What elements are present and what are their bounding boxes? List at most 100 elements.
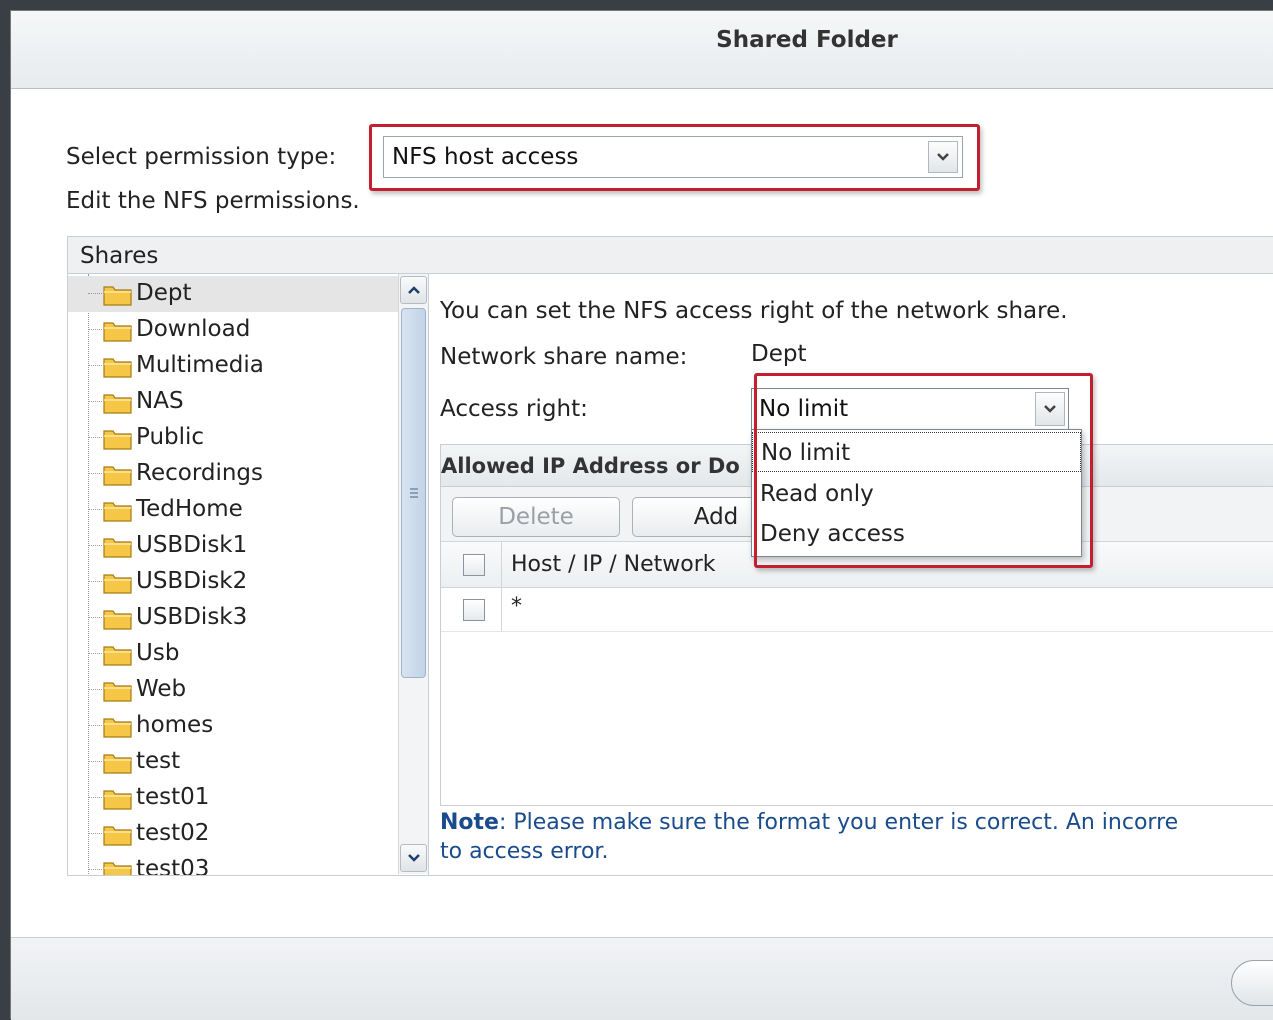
tree-item-label: Download: [136, 316, 251, 342]
nfs-intro-text: You can set the NFS access right of the …: [440, 298, 1068, 324]
tree-item-label: Multimedia: [136, 352, 264, 378]
folder-icon: [103, 788, 133, 810]
note-line-2: to access error.: [440, 839, 609, 864]
shared-folder-dialog: Shared Folder Select permission type: NF…: [10, 10, 1273, 1020]
dialog-footer: [11, 937, 1273, 1020]
table-row[interactable]: *: [441, 588, 1273, 632]
tree-item[interactable]: test03: [68, 852, 398, 876]
folder-icon: [103, 608, 133, 630]
tree-item[interactable]: Public: [68, 420, 398, 456]
tree-connector: [88, 437, 102, 438]
tree-connector: [88, 653, 102, 654]
tree-connector: [88, 545, 102, 546]
tree-item[interactable]: test: [68, 744, 398, 780]
tree-item[interactable]: TedHome: [68, 492, 398, 528]
ip-grid-title-text: Allowed IP Address or Do: [441, 454, 740, 478]
tree-item[interactable]: Multimedia: [68, 348, 398, 384]
tree-item[interactable]: USBDisk3: [68, 600, 398, 636]
option-no-limit[interactable]: No limit: [752, 432, 1081, 472]
host-column-header: Host / IP / Network: [511, 552, 716, 577]
note-prefix: Note: [440, 810, 499, 835]
scrollbar-thumb[interactable]: [401, 308, 426, 678]
note-line-1: : Please make sure the format you enter …: [498, 810, 1179, 835]
tree-item-label: test01: [136, 784, 210, 810]
option-deny-access[interactable]: Deny access: [752, 514, 1081, 554]
tree-connector: [88, 869, 102, 870]
access-right-select[interactable]: No limit: [751, 388, 1069, 430]
folder-icon: [103, 680, 133, 702]
tree-item[interactable]: Download: [68, 312, 398, 348]
tree-item-label: TedHome: [136, 496, 243, 522]
scroll-down-icon[interactable]: [400, 844, 427, 872]
tree-connector: [88, 761, 102, 762]
scroll-up-icon[interactable]: [400, 276, 427, 304]
folder-icon: [103, 356, 133, 378]
folder-icon: [103, 752, 133, 774]
tree-item[interactable]: test02: [68, 816, 398, 852]
tree-item-label: NAS: [136, 388, 184, 414]
tree-item-label: test: [136, 748, 181, 774]
folder-icon: [103, 716, 133, 738]
tree-item-label: test02: [136, 820, 210, 846]
tree-item[interactable]: homes: [68, 708, 398, 744]
share-name-value: Dept: [751, 341, 807, 367]
folder-icon: [103, 860, 133, 875]
tree-connector: [88, 329, 102, 330]
tree-item[interactable]: Usb: [68, 636, 398, 672]
folder-icon: [103, 500, 133, 522]
folder-icon: [103, 572, 133, 594]
tree-connector: [88, 617, 102, 618]
share-name-label: Network share name:: [440, 344, 688, 370]
tree-item-label: USBDisk3: [136, 604, 248, 630]
tree-item-label: test03: [136, 856, 210, 876]
column-divider: [501, 588, 502, 631]
folder-icon: [103, 284, 133, 306]
tree-connector: [88, 473, 102, 474]
folder-icon: [103, 428, 133, 450]
tree-connector: [88, 509, 102, 510]
tree-item[interactable]: USBDisk1: [68, 528, 398, 564]
dialog-titlebar: Shared Folder: [11, 11, 1273, 89]
folder-icon: [103, 320, 133, 342]
tree-scrollbar[interactable]: [398, 274, 428, 874]
folder-icon: [103, 644, 133, 666]
access-right-value: No limit: [759, 396, 849, 422]
dialog-title: Shared Folder: [716, 27, 898, 53]
row-checkbox[interactable]: [463, 599, 485, 621]
chevron-down-icon[interactable]: [928, 141, 958, 173]
tree-item[interactable]: Recordings: [68, 456, 398, 492]
folder-icon: [103, 392, 133, 414]
tree-item-label: homes: [136, 712, 214, 738]
tree-connector: [88, 365, 102, 366]
footer-button[interactable]: [1231, 960, 1273, 1006]
delete-button[interactable]: Delete: [452, 497, 620, 537]
access-right-label: Access right:: [440, 396, 588, 422]
tree-connector: [88, 725, 102, 726]
tree-item-label: Dept: [136, 280, 192, 306]
folder-icon: [103, 536, 133, 558]
permission-type-value: NFS host access: [392, 144, 579, 170]
tree-item-label: USBDisk1: [136, 532, 248, 558]
tree-item-label: Recordings: [136, 460, 264, 486]
host-cell: *: [511, 594, 522, 619]
access-right-dropdown: No limit Read only Deny access: [751, 429, 1082, 557]
shares-header: Shares: [67, 236, 1273, 274]
tree-item[interactable]: NAS: [68, 384, 398, 420]
tree-item-label: Web: [136, 676, 187, 702]
tree-item[interactable]: Dept: [68, 276, 398, 312]
column-divider: [501, 542, 502, 587]
permission-type-select[interactable]: NFS host access: [383, 136, 963, 178]
nfs-settings-panel: You can set the NFS access right of the …: [429, 274, 1273, 876]
folder-icon: [103, 824, 133, 846]
option-read-only[interactable]: Read only: [752, 474, 1081, 514]
tree-item[interactable]: Web: [68, 672, 398, 708]
tree-item-label: Usb: [136, 640, 180, 666]
tree-item[interactable]: test01: [68, 780, 398, 816]
share-tree: Dept Download Multimedia NAS Public Recording…: [67, 274, 429, 876]
select-all-checkbox[interactable]: [463, 554, 485, 576]
tree-connector: [88, 689, 102, 690]
chevron-down-icon[interactable]: [1035, 392, 1065, 426]
tree-item-label: Public: [136, 424, 205, 450]
tree-connector: [88, 401, 102, 402]
tree-item[interactable]: USBDisk2: [68, 564, 398, 600]
